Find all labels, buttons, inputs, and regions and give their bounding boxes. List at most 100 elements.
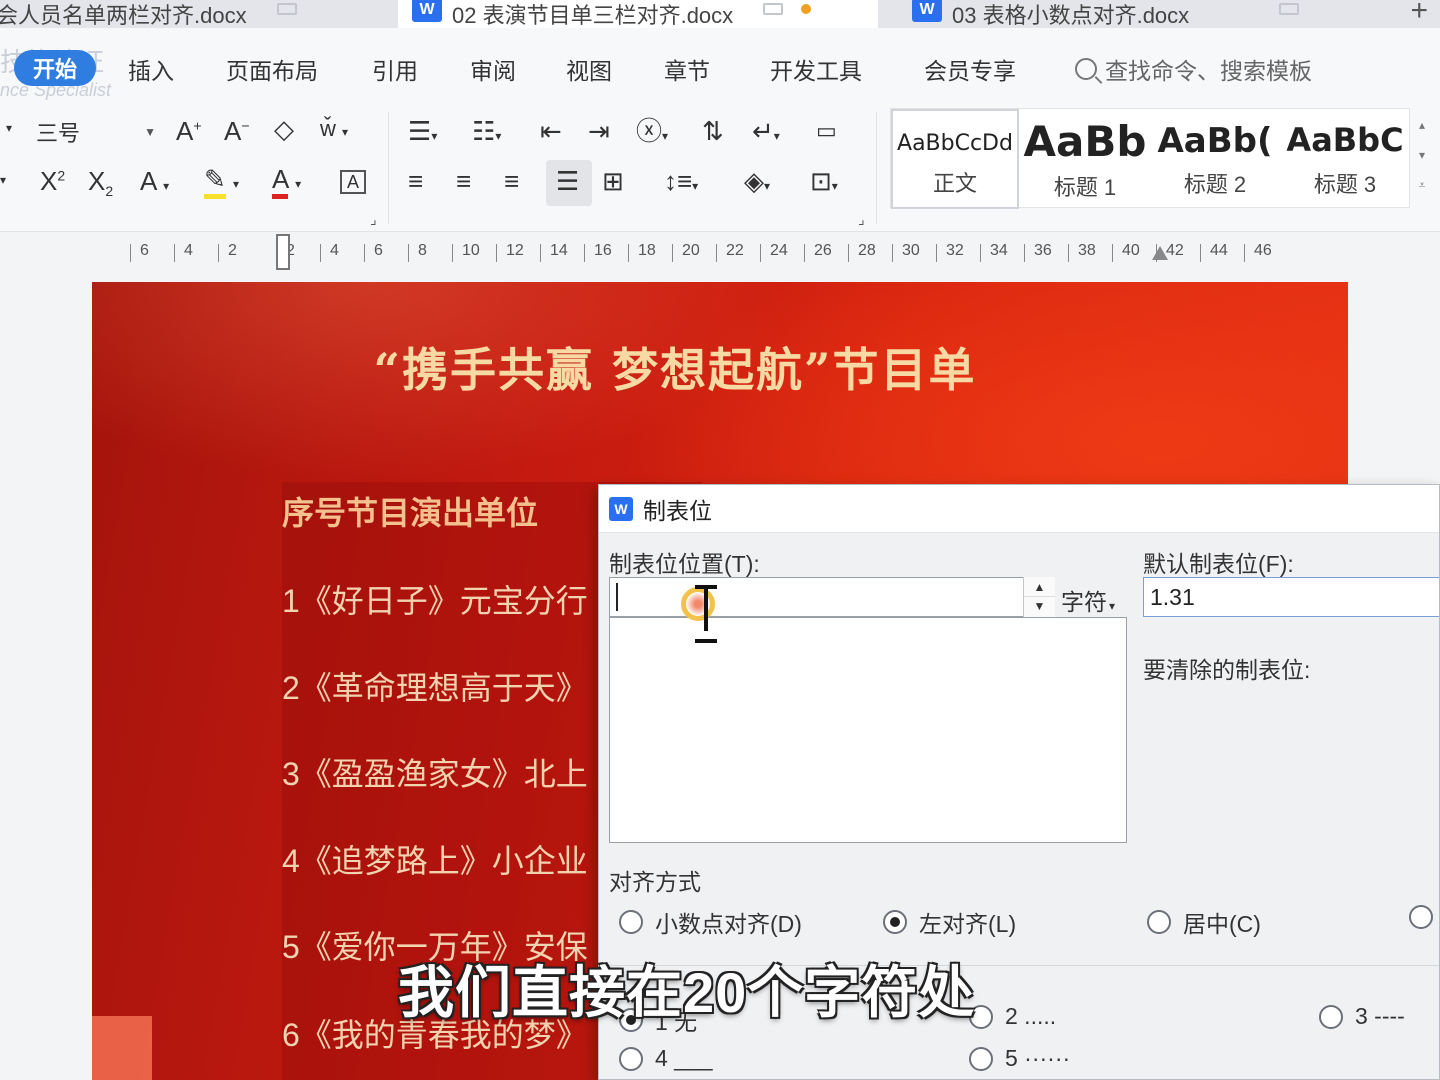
font-dialog-launcher[interactable]: ⌟	[370, 212, 377, 226]
radio-icon	[619, 1046, 643, 1071]
tab-ruler-icon[interactable]: ▭	[816, 120, 837, 142]
shrink-font-icon[interactable]: A−	[224, 118, 250, 144]
font-size-dropdown[interactable]: 三号 ▼	[30, 114, 160, 150]
ruler-tick-label: 4	[330, 242, 339, 259]
menu-member[interactable]: 会员专享	[924, 52, 1016, 86]
tab-decimal-align-doc[interactable]: W 03 表格小数点对齐.docx	[894, 0, 1354, 28]
ruler-tick-mark	[716, 244, 717, 262]
chevron-down-icon: ▼	[144, 125, 156, 139]
menu-chapter[interactable]: 章节	[664, 52, 710, 86]
show-marks-icon[interactable]: ↵▾	[752, 118, 780, 144]
tab-label: 02 表演节目单三栏对齐.docx	[452, 3, 734, 28]
default-tab-value: 1.31	[1150, 583, 1195, 610]
right-indent-marker-icon[interactable]	[1152, 246, 1168, 260]
ruler-tick-mark	[672, 244, 673, 262]
align-center-icon[interactable]: ≡	[456, 168, 471, 194]
align-center-option[interactable]: 居中(C)	[1147, 905, 1261, 939]
align-left-option[interactable]: 左对齐(L)	[883, 905, 1016, 939]
increase-indent-icon[interactable]: ⇥	[588, 118, 610, 144]
justify-icon[interactable]: ☰	[556, 168, 579, 194]
spin-up-icon[interactable]: ▲	[1024, 577, 1055, 597]
command-search[interactable]: 查找命令、搜索模板	[1075, 52, 1312, 86]
clear-format-icon[interactable]: ◇	[274, 116, 294, 142]
style-heading-1[interactable]: AaBb 标题 1	[1021, 109, 1149, 209]
paragraph-dialog-launcher[interactable]: ⌟	[858, 212, 865, 226]
align-right-option[interactable]	[1409, 905, 1439, 929]
align-left-icon[interactable]: ≡	[408, 168, 423, 194]
ruler-tick-mark	[130, 244, 131, 262]
font-name-dropdown-arrow[interactable]: ▾	[6, 122, 12, 134]
style-sample: AaBb(	[1157, 121, 1273, 161]
ruler-tick-mark	[848, 244, 849, 262]
writer-doc-icon: W	[412, 0, 442, 22]
style-normal[interactable]: AaBbCcDd 正文	[891, 109, 1019, 209]
tab-program-list-doc[interactable]: W 02 表演节目单三栏对齐.docx	[398, 0, 878, 28]
menu-page-layout[interactable]: 页面布局	[226, 52, 318, 86]
indent-marker-icon[interactable]	[276, 234, 290, 270]
text-effect-icon[interactable]: A ▾	[140, 168, 169, 194]
font-color-icon[interactable]: A ▾	[272, 164, 301, 199]
ruler-tick-label: 24	[770, 242, 788, 259]
chevron-down-icon[interactable]: ▾	[1412, 140, 1432, 170]
font-more-arrow[interactable]: ▾	[0, 174, 6, 186]
ruler-tick-mark	[408, 244, 409, 262]
align-right-icon[interactable]: ≡	[504, 168, 519, 194]
line-spacing-icon[interactable]: ↕≡▾	[664, 168, 698, 194]
default-tab-input[interactable]: 1.31	[1143, 577, 1439, 617]
shading-icon[interactable]: ◈▾	[744, 168, 770, 194]
style-heading-2[interactable]: AaBb( 标题 2	[1151, 109, 1279, 209]
char-border-icon[interactable]: A	[340, 170, 367, 194]
bullet-list-icon[interactable]: ☰▾	[408, 118, 437, 144]
menu-start-tab[interactable]: 开始	[14, 50, 96, 86]
gallery-expand-icon[interactable]: ⩡	[1412, 170, 1432, 200]
menu-view[interactable]: 视图	[566, 52, 612, 86]
align-decimal-option[interactable]: 小数点对齐(D)	[619, 905, 802, 939]
ruler-tick-label: 42	[1166, 242, 1184, 259]
subscript-icon[interactable]: X2	[88, 168, 113, 198]
menu-developer[interactable]: 开发工具	[770, 52, 862, 86]
gallery-scroll[interactable]: ▴ ▾ ⩡	[1412, 110, 1432, 200]
leader-middots-option[interactable]: 5 ······	[969, 1045, 1070, 1072]
menu-insert[interactable]: 插入	[128, 52, 174, 86]
ruler-tick-label: 6	[140, 242, 149, 259]
unit-dropdown[interactable]: 字符 ▾	[1061, 583, 1115, 617]
program-line: 3《盈盈渔家女》北上	[282, 756, 588, 792]
option-label: 3 ----	[1355, 1003, 1405, 1029]
ruler-tick-mark	[936, 244, 937, 262]
highlight-icon[interactable]: ✎ ▾	[204, 164, 239, 199]
numbered-list-icon[interactable]: ☷▾	[472, 118, 501, 144]
ruler-tick-label: 16	[594, 242, 612, 259]
decrease-indent-icon[interactable]: ⇤	[540, 118, 562, 144]
ruler-tick-label: 46	[1254, 242, 1272, 259]
ruler-tick-mark	[628, 244, 629, 262]
menu-bar: 技能认证 nce Specialist 开始 插入 页面布局 引用 审阅 视图 …	[0, 28, 1440, 104]
tab-position-spinner[interactable]: ▲ ▼	[1023, 577, 1055, 617]
leader-dashes-option[interactable]: 3 ----	[1319, 1003, 1405, 1030]
ruler-tick-mark	[364, 244, 365, 262]
ruler-tick-label: 22	[726, 242, 744, 259]
phonetic-guide-icon[interactable]: w̌ ▾	[320, 118, 348, 140]
tab-position-input[interactable]	[609, 577, 1055, 617]
menu-references[interactable]: 引用	[372, 52, 418, 86]
program-line: 2《革命理想高于天》	[282, 670, 588, 706]
chinese-layout-icon[interactable]: ⓧ▾	[636, 118, 668, 144]
dialog-titlebar[interactable]: W 制表位	[599, 485, 1439, 533]
chevron-up-icon[interactable]: ▴	[1412, 110, 1432, 140]
style-heading-3[interactable]: AaBbC 标题 3	[1281, 109, 1409, 209]
new-tab-button[interactable]: +	[1410, 0, 1428, 28]
distribute-icon[interactable]: ⊞	[602, 168, 624, 194]
dialog-title: 制表位	[643, 497, 712, 524]
ribbon-separator	[876, 112, 877, 224]
leader-dots-option[interactable]: 2 .....	[969, 1003, 1056, 1030]
ruler-tick-mark	[804, 244, 805, 262]
leader-underline-option[interactable]: 4 ___	[619, 1045, 713, 1072]
tab-member-list-doc[interactable]: 会人员名单两栏对齐.docx	[0, 0, 382, 28]
horizontal-ruler[interactable]: 6 4 2 2 4 6 8 10 12 14 16 18 20 22 24 26 28 30 32 34 36 38 40 4…	[0, 232, 1440, 272]
borders-icon[interactable]: ⊡▾	[810, 168, 838, 194]
grow-font-icon[interactable]: A+	[176, 118, 202, 144]
sort-icon[interactable]: ⇅	[702, 118, 724, 144]
superscript-icon[interactable]: X2	[40, 168, 65, 194]
tab-stops-list[interactable]	[609, 617, 1127, 843]
spin-down-icon[interactable]: ▼	[1024, 596, 1055, 616]
menu-review[interactable]: 审阅	[470, 52, 516, 86]
